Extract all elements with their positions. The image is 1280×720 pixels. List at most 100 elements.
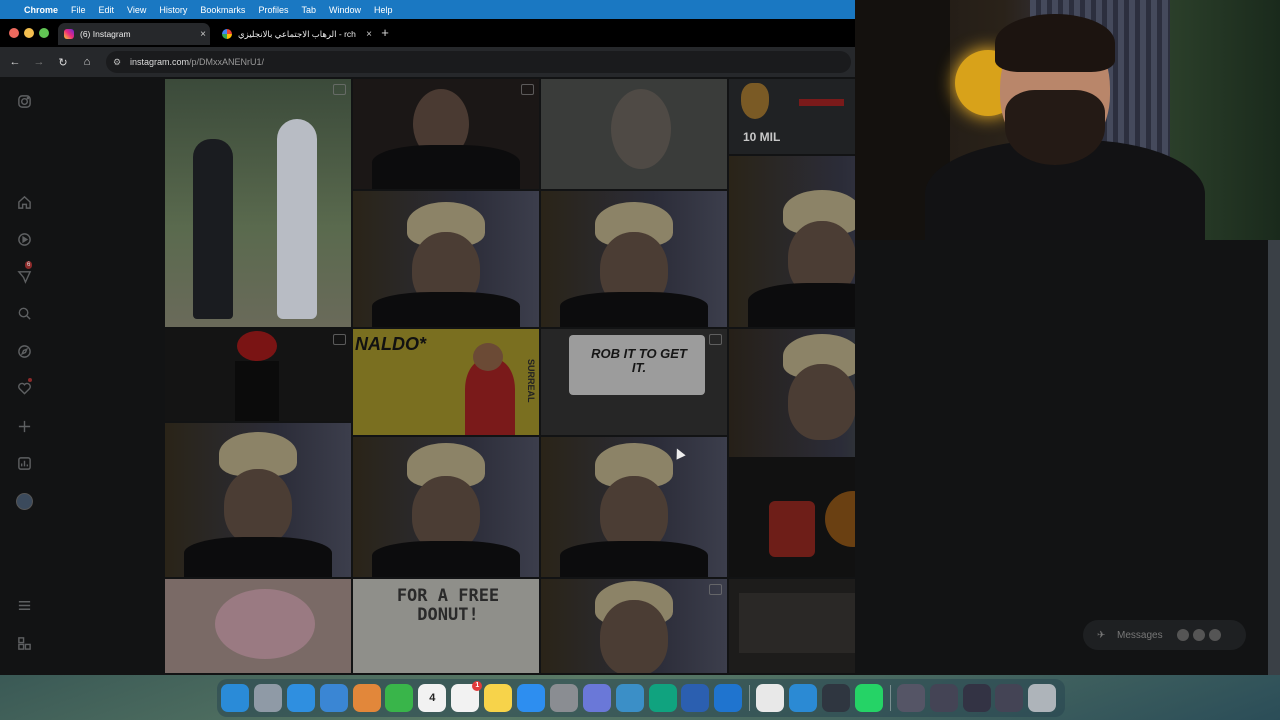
close-tab-icon[interactable]: ×	[196, 29, 210, 40]
trash-icon[interactable]	[1028, 684, 1057, 712]
messages-pill-icon: ✈	[1097, 629, 1106, 641]
tab-strip: (6) Instagram × الرهاب الاجتماعي بالانجل…	[0, 19, 855, 47]
facetime-icon[interactable]	[385, 684, 414, 712]
grid-post[interactable]	[353, 437, 539, 577]
menu-bookmarks[interactable]: Bookmarks	[200, 5, 245, 15]
reel-icon	[709, 584, 722, 595]
menu-window[interactable]: Window	[329, 5, 361, 15]
photos-icon[interactable]	[352, 684, 381, 712]
grid-post[interactable]: 10 MIL	[729, 79, 857, 154]
tab-google-search[interactable]: الرهاب الاجتماعي بالانجليزي - rch ×	[216, 23, 376, 45]
avatar	[1208, 629, 1221, 641]
grid-post[interactable]: ROB IT TO GET IT.	[541, 329, 727, 435]
mac-menubar: Chrome File Edit View History Bookmarks …	[0, 0, 855, 19]
app-store-icon[interactable]	[517, 684, 546, 712]
recent-window-1[interactable]	[896, 684, 925, 712]
system-settings-icon[interactable]	[549, 684, 578, 712]
tab-instagram[interactable]: (6) Instagram ×	[58, 23, 210, 45]
launchpad-icon[interactable]	[253, 684, 282, 712]
chatgpt-icon[interactable]	[648, 684, 677, 712]
more-icon[interactable]	[14, 595, 34, 615]
browser-toolbar: ← → ↻ ⌂ ⚙ instagram.com/p/DMxxANENrU1/	[0, 47, 855, 77]
recent-window-3[interactable]	[962, 684, 991, 712]
menu-help[interactable]: Help	[374, 5, 393, 15]
google-favicon-icon	[222, 29, 232, 39]
site-info-icon[interactable]: ⚙	[110, 57, 124, 68]
grid-post[interactable]	[165, 79, 351, 327]
minimize-window-button[interactable]	[24, 28, 34, 38]
grid-post[interactable]	[541, 79, 727, 189]
page-backdrop-extension	[855, 240, 1268, 675]
instagram-page: 6 10 MIL NALDO* SURREAL ROB IT TO GET IT…	[0, 77, 1103, 675]
search-icon[interactable]	[14, 303, 34, 323]
instagram-favicon-icon	[64, 29, 74, 39]
recent-window-4[interactable]	[995, 684, 1024, 712]
menu-history[interactable]: History	[159, 5, 187, 15]
explore-icon[interactable]	[14, 341, 34, 361]
grid-post[interactable]	[165, 329, 351, 421]
reel-icon	[521, 84, 534, 95]
messages-label: Messages	[1117, 629, 1163, 641]
reminders-icon[interactable]: 1	[451, 681, 483, 712]
app-icon-chrome-alt[interactable]	[319, 684, 348, 712]
forward-icon[interactable]: →	[27, 56, 51, 68]
back-icon[interactable]: ←	[3, 56, 27, 68]
reload-icon[interactable]: ↻	[51, 56, 75, 69]
finder-icon[interactable]	[221, 684, 249, 712]
page-scrollbar[interactable]	[1268, 240, 1280, 675]
presenter-hair	[995, 14, 1115, 72]
reel-icon	[333, 84, 346, 95]
ronaldo-text: NALDO*	[355, 334, 426, 354]
profile-avatar[interactable]	[14, 491, 34, 511]
menu-view[interactable]: View	[127, 5, 146, 15]
notes-icon[interactable]	[484, 684, 513, 712]
messages-icon[interactable]: 6	[14, 261, 34, 286]
notifications-icon[interactable]	[14, 378, 34, 398]
menu-tab[interactable]: Tab	[301, 5, 316, 15]
menu-file[interactable]: File	[71, 5, 86, 15]
updater-icon[interactable]	[789, 684, 818, 712]
avatar	[1192, 629, 1205, 641]
recent-window-2[interactable]	[929, 684, 958, 712]
messages-pill[interactable]: ✈ Messages	[1083, 620, 1246, 650]
vpn-icon[interactable]	[615, 684, 644, 712]
menu-profiles[interactable]: Profiles	[258, 5, 288, 15]
reels-icon[interactable]	[14, 229, 34, 249]
grid-post[interactable]: FOR A FREE DONUT!	[353, 579, 539, 673]
grid-post[interactable]	[353, 191, 539, 327]
word-icon[interactable]	[681, 684, 710, 712]
also-from-meta-icon[interactable]	[14, 633, 34, 653]
dock-separator	[889, 685, 891, 711]
reel-icon	[333, 334, 346, 345]
address-bar[interactable]: ⚙ instagram.com/p/DMxxANENrU1/	[106, 51, 851, 73]
chrome-icon[interactable]	[756, 684, 785, 712]
menu-app-name[interactable]: Chrome	[24, 5, 58, 15]
outlook-icon[interactable]	[714, 684, 743, 712]
grid-post[interactable]	[541, 579, 727, 673]
grid-post[interactable]	[541, 437, 727, 577]
whatsapp-icon[interactable]	[854, 684, 883, 712]
grid-post[interactable]	[541, 191, 727, 327]
browser-window: (6) Instagram × الرهاب الاجتماعي بالانجل…	[0, 19, 1103, 675]
grid-post[interactable]	[165, 579, 351, 673]
maximize-window-button[interactable]	[39, 28, 49, 38]
calendar-icon[interactable]: 4	[418, 684, 447, 712]
grid-post[interactable]	[353, 79, 539, 189]
dock-separator	[749, 685, 751, 711]
instagram-sidebar: 6	[0, 77, 50, 675]
menu-edit[interactable]: Edit	[99, 5, 115, 15]
surreal-text: SURREAL	[525, 359, 536, 403]
close-tab-icon[interactable]: ×	[362, 29, 376, 40]
dashboard-icon[interactable]	[14, 453, 34, 473]
instagram-logo-icon[interactable]	[14, 91, 34, 111]
simulator-icon[interactable]	[582, 684, 611, 712]
home-button-icon[interactable]: ⌂	[75, 56, 99, 68]
screen-time-icon[interactable]	[822, 684, 851, 712]
create-icon[interactable]	[14, 416, 34, 436]
home-icon[interactable]	[14, 192, 34, 212]
grid-post[interactable]	[165, 423, 351, 577]
safari-icon[interactable]	[286, 684, 315, 712]
close-window-button[interactable]	[9, 28, 19, 38]
grid-post[interactable]: NALDO* SURREAL	[353, 329, 539, 435]
new-tab-icon[interactable]: +	[378, 25, 392, 41]
